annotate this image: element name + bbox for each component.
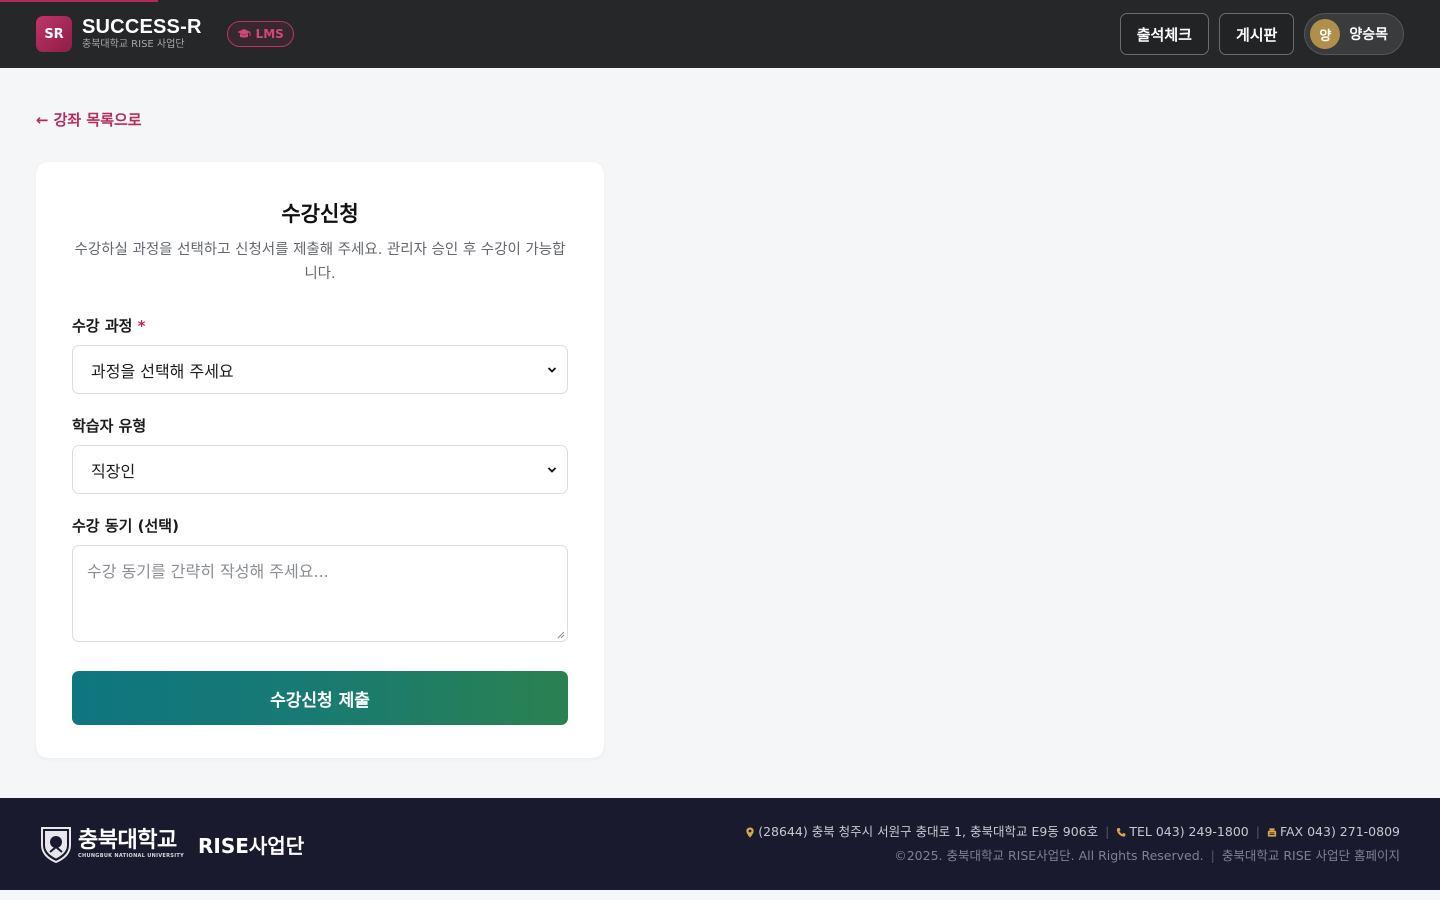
brand-text: SUCCESS-R 충북대학교 RISE 사업단 bbox=[82, 17, 202, 51]
rise-label: RISE사업단 bbox=[198, 833, 305, 858]
lms-label: LMS bbox=[255, 27, 284, 41]
user-name: 양승목 bbox=[1349, 27, 1388, 43]
footer-university: 충북대학교 CHUNGBUK NATIONAL UNIVERSITY bbox=[78, 827, 184, 860]
brand[interactable]: SR SUCCESS-R 충북대학교 RISE 사업단 bbox=[36, 16, 202, 52]
university-name-ko: 충북대학교 bbox=[78, 827, 177, 853]
back-to-course-list-link[interactable]: ← 강좌 목록으로 bbox=[36, 109, 142, 130]
enrollment-form-card: 수강신청 수강하실 과정을 선택하고 신청서를 제출해 주세요. 관리자 승인 … bbox=[36, 162, 604, 758]
phone-icon bbox=[1117, 827, 1126, 837]
learner-type-select-value: 직장인 bbox=[91, 461, 136, 481]
submit-enrollment-button[interactable]: 수강신청 제출 bbox=[72, 671, 568, 725]
learner-type-field: 학습자 유형 직장인 bbox=[72, 416, 568, 494]
footer-contact-row: (28644) 충북 청주시 서원구 충대로 1, 충북대학교 E9동 906호… bbox=[745, 820, 1400, 844]
avatar: 양 bbox=[1310, 19, 1341, 49]
map-pin-icon bbox=[746, 826, 754, 838]
footer-tel: TEL 043) 249-1800 bbox=[1129, 824, 1249, 839]
footer-copyright-row: ©2025. 충북대학교 RISE사업단. All Rights Reserve… bbox=[745, 844, 1400, 868]
motivation-placeholder: 수강 동기를 간략히 작성해 주세요... bbox=[87, 562, 329, 581]
chevron-down-icon bbox=[547, 366, 557, 373]
motivation-textarea[interactable]: 수강 동기를 간략히 작성해 주세요... bbox=[72, 545, 568, 642]
brand-logo-badge: SR bbox=[36, 16, 72, 52]
divider: | bbox=[1105, 824, 1110, 839]
footer-logo[interactable]: 충북대학교 CHUNGBUK NATIONAL UNIVERSITY RISE사… bbox=[40, 825, 304, 863]
divider: | bbox=[1255, 824, 1260, 839]
divider: | bbox=[1210, 848, 1215, 863]
form-description: 수강하실 과정을 선택하고 신청서를 제출해 주세요. 관리자 승인 후 수강이… bbox=[74, 242, 566, 282]
course-label-text: 수강 과정 bbox=[72, 317, 133, 335]
top-navbar: SR SUCCESS-R 충북대학교 RISE 사업단 LMS 출석체크 게시판… bbox=[0, 0, 1440, 68]
brand-title: SUCCESS-R bbox=[82, 16, 202, 38]
chevron-down-icon bbox=[547, 466, 557, 473]
arrow-left-icon: ← bbox=[36, 110, 49, 129]
learner-type-label: 학습자 유형 bbox=[72, 417, 147, 435]
graduation-cap-icon bbox=[237, 29, 251, 38]
course-select[interactable]: 과정을 선택해 주세요 bbox=[72, 345, 568, 394]
resize-grip-icon[interactable] bbox=[557, 631, 565, 639]
course-select-value: 과정을 선택해 주세요 bbox=[91, 361, 234, 381]
back-link-label: 강좌 목록으로 bbox=[53, 111, 142, 129]
required-mark: * bbox=[137, 317, 146, 335]
fax-icon bbox=[1267, 827, 1277, 837]
university-name-en: CHUNGBUK NATIONAL UNIVERSITY bbox=[78, 852, 184, 859]
footer-homepage-link[interactable]: 충북대학교 RISE 사업단 홈페이지 bbox=[1222, 844, 1400, 868]
nav-actions: 출석체크 게시판 양 양승목 bbox=[1119, 13, 1404, 55]
motivation-label: 수강 동기 (선택) bbox=[72, 517, 179, 535]
learner-type-select[interactable]: 직장인 bbox=[72, 445, 568, 494]
form-title: 수강신청 bbox=[281, 202, 359, 226]
footer-copyright: ©2025. 충북대학교 RISE사업단. All Rights Reserve… bbox=[894, 848, 1204, 863]
attendance-check-button[interactable]: 출석체크 bbox=[1119, 13, 1209, 55]
lms-badge: LMS bbox=[226, 21, 294, 47]
university-emblem-icon bbox=[41, 827, 71, 863]
page-progress-bar bbox=[0, 0, 158, 2]
user-menu[interactable]: 양 양승목 bbox=[1304, 13, 1404, 55]
footer-address: (28644) 충북 청주시 서원구 충대로 1, 충북대학교 E9동 906호 bbox=[758, 824, 1099, 839]
footer-fax: FAX 043) 271-0809 bbox=[1279, 824, 1400, 839]
motivation-field: 수강 동기 (선택) 수강 동기를 간략히 작성해 주세요... bbox=[72, 516, 568, 642]
course-label: 수강 과정 * bbox=[72, 316, 568, 336]
footer-info: (28644) 충북 청주시 서원구 충대로 1, 충북대학교 E9동 906호… bbox=[745, 820, 1400, 868]
footer: 충북대학교 CHUNGBUK NATIONAL UNIVERSITY RISE사… bbox=[0, 798, 1440, 890]
board-button[interactable]: 게시판 bbox=[1218, 13, 1295, 55]
course-field: 수강 과정 * 과정을 선택해 주세요 bbox=[72, 316, 568, 394]
brand-subtitle: 충북대학교 RISE 사업단 bbox=[82, 39, 185, 50]
